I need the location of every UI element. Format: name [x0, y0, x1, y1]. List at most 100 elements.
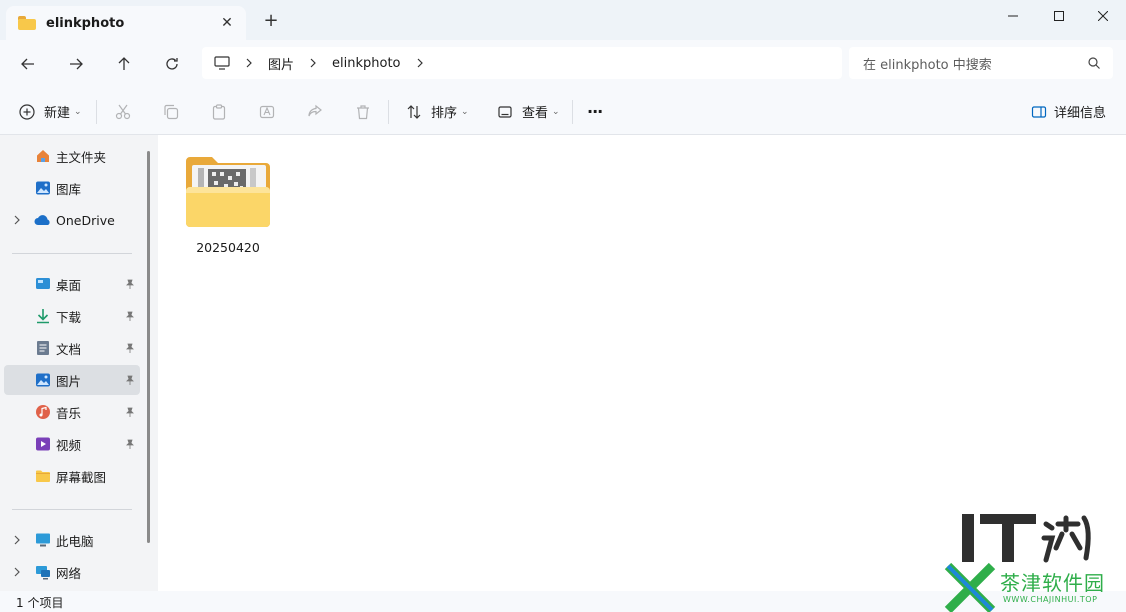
up-button[interactable]	[110, 50, 138, 78]
forward-button[interactable]	[62, 50, 90, 78]
sort-button[interactable]: 排序 ⌄	[405, 88, 469, 135]
cloud-icon	[34, 211, 52, 229]
breadcrumb-pictures[interactable]: 图片	[268, 54, 294, 73]
chevron-right-icon[interactable]	[12, 535, 22, 545]
video-icon	[34, 435, 52, 453]
rename-button[interactable]	[258, 88, 276, 135]
toolbar-divider	[388, 100, 389, 124]
desktop-icon	[34, 275, 52, 293]
refresh-icon	[166, 58, 178, 70]
details-pane-button[interactable]: 详细信息	[1030, 88, 1106, 135]
sidebar-item-label: 下载	[56, 309, 82, 325]
pin-icon[interactable]	[124, 342, 136, 354]
sidebar-item-label: 此电脑	[56, 533, 94, 549]
sidebar-item-home[interactable]: 主文件夹	[4, 141, 140, 171]
sidebar-item-screenshots[interactable]: 屏幕截图	[4, 461, 140, 491]
folder-icon	[34, 467, 52, 485]
folder-item[interactable]: 20250420	[178, 149, 278, 269]
monitor-icon	[214, 56, 230, 70]
chevron-right-icon[interactable]	[415, 57, 425, 69]
minimize-icon	[1008, 15, 1018, 17]
sidebar-item-label: 主文件夹	[56, 149, 107, 165]
sidebar-item-gallery[interactable]: 图库	[4, 173, 140, 203]
sidebar-item-label: 屏幕截图	[56, 469, 107, 485]
sidebar-scrollbar[interactable]	[147, 151, 150, 543]
view-button[interactable]: 查看 ⌄	[496, 88, 560, 135]
plus-circle-icon	[18, 103, 36, 121]
trash-icon	[354, 103, 372, 121]
pin-icon[interactable]	[124, 278, 136, 290]
network-icon	[34, 563, 52, 581]
maximize-button[interactable]	[1036, 0, 1082, 32]
sidebar-item-label: 文档	[56, 341, 82, 357]
copy-icon	[162, 103, 180, 121]
sidebar-divider	[12, 509, 132, 510]
arrow-up-icon	[118, 57, 130, 70]
toolbar-divider	[96, 100, 97, 124]
arrow-left-icon	[21, 58, 34, 70]
search-input[interactable]: 在 elinkphoto 中搜索	[849, 47, 1113, 79]
sidebar-item-this-pc[interactable]: 此电脑	[4, 525, 140, 555]
command-bar: 新建 ⌄ 排序 ⌄ 查看 ⌄ ··· 详细信息	[0, 88, 1126, 135]
new-tab-button[interactable]: +	[262, 12, 280, 30]
view-icon	[496, 103, 514, 121]
minimize-button[interactable]	[990, 0, 1036, 32]
sidebar-item-network[interactable]: 网络	[4, 557, 140, 587]
document-icon	[34, 339, 52, 357]
close-tab-icon[interactable]: ✕	[216, 12, 238, 34]
sidebar-item-music[interactable]: 音乐	[4, 397, 140, 427]
paste-button[interactable]	[210, 88, 228, 135]
address-bar[interactable]: 图片 elinkphoto	[202, 47, 842, 79]
search-icon	[1088, 57, 1100, 69]
sidebar-item-desktop[interactable]: 桌面	[4, 269, 140, 299]
rename-icon	[258, 103, 276, 121]
sidebar-item-documents[interactable]: 文档	[4, 333, 140, 363]
file-explorer-window: elinkphoto ✕ + 图片 elinkphoto 在 elinkphot…	[0, 0, 1126, 612]
navigation-bar: 图片 elinkphoto 在 elinkphoto 中搜索	[0, 40, 1126, 88]
refresh-button[interactable]	[158, 50, 186, 78]
folder-icon	[18, 16, 36, 30]
more-options-button[interactable]: ···	[587, 88, 603, 135]
sort-icon	[405, 103, 423, 121]
sidebar-divider	[12, 253, 132, 254]
share-icon	[306, 103, 324, 121]
title-bar: elinkphoto ✕ +	[0, 0, 1126, 40]
maximize-icon	[1054, 11, 1064, 21]
sidebar-item-videos[interactable]: 视频	[4, 429, 140, 459]
back-button[interactable]	[14, 50, 42, 78]
pin-icon[interactable]	[124, 438, 136, 450]
toolbar-divider	[572, 100, 573, 124]
breadcrumb-elinkphoto[interactable]: elinkphoto	[332, 56, 401, 71]
view-label: 查看	[522, 106, 549, 121]
new-button[interactable]: 新建 ⌄	[18, 88, 82, 135]
home-icon	[34, 147, 52, 165]
sort-label: 排序	[431, 106, 458, 121]
sidebar-item-label: 音乐	[56, 405, 82, 421]
search-placeholder: 在 elinkphoto 中搜索	[863, 57, 992, 73]
chevron-right-icon[interactable]	[12, 215, 22, 225]
chevron-down-icon: ⌄	[74, 106, 82, 117]
close-icon	[1098, 11, 1108, 21]
sidebar-item-onedrive[interactable]: OneDrive	[4, 205, 140, 235]
pin-icon[interactable]	[124, 310, 136, 322]
sidebar-item-pictures[interactable]: 图片	[4, 365, 140, 395]
chevron-right-icon[interactable]	[12, 567, 22, 577]
pin-icon[interactable]	[124, 406, 136, 418]
navigation-pane: 主文件夹 图库 OneDrive 桌面 下载 文档 图片 音乐 视频 屏幕截图 …	[0, 135, 158, 591]
chevron-down-icon: ⌄	[461, 106, 469, 117]
new-label: 新建	[44, 106, 71, 121]
share-button[interactable]	[306, 88, 324, 135]
sidebar-item-label: 视频	[56, 437, 82, 453]
copy-button[interactable]	[162, 88, 180, 135]
tab-elinkphoto[interactable]: elinkphoto ✕	[6, 6, 246, 40]
pin-icon[interactable]	[124, 374, 136, 386]
download-icon	[34, 307, 52, 325]
sidebar-item-label: 网络	[56, 565, 82, 581]
delete-button[interactable]	[354, 88, 372, 135]
sidebar-item-downloads[interactable]: 下载	[4, 301, 140, 331]
close-window-button[interactable]	[1080, 0, 1126, 32]
pictures-icon	[34, 371, 52, 389]
details-pane-icon	[1030, 103, 1048, 121]
cut-button[interactable]	[114, 88, 132, 135]
watermark-brand: 茶津软件园	[1000, 571, 1105, 595]
